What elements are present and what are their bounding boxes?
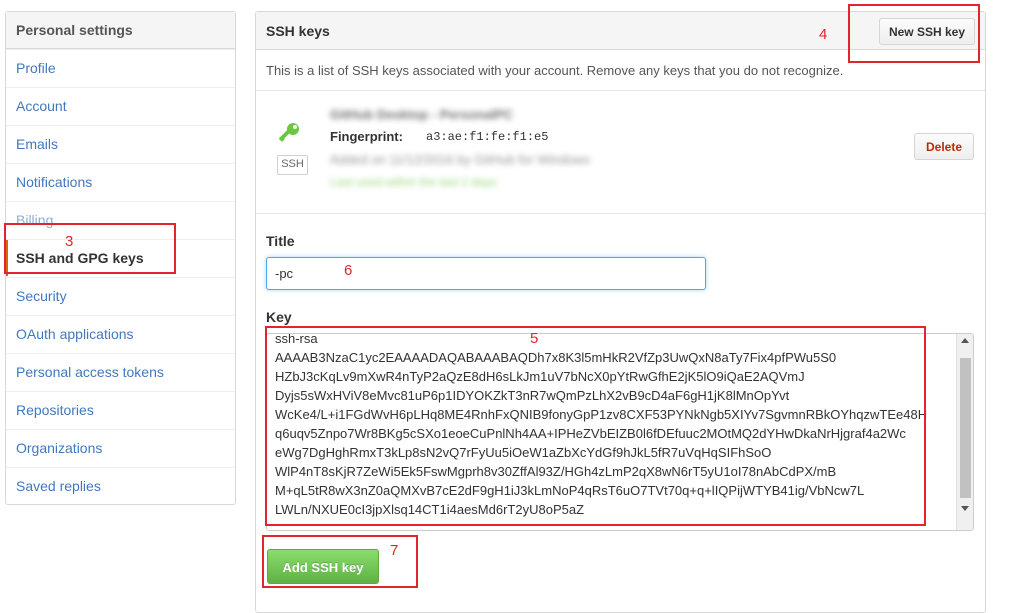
sidebar-item-emails[interactable]: Emails (6, 125, 235, 162)
scroll-down-arrow-icon[interactable] (961, 506, 969, 511)
annotation-box-4 (848, 4, 980, 63)
title-label: Title (266, 233, 295, 249)
annotation-box-3 (4, 223, 176, 274)
annotation-number-6: 6 (344, 262, 353, 279)
ssh-key-added: Added on 11/12/2016 by GitHub for Window… (330, 152, 590, 167)
sidebar-item-account[interactable]: Account (6, 87, 235, 124)
annotation-number-7: 7 (390, 542, 399, 559)
ssh-key-usage: Last used within the last 2 days (330, 175, 497, 189)
key-textarea-scrollbar[interactable] (956, 334, 973, 530)
sidebar-item-oauth-applications[interactable]: OAuth applications (6, 315, 235, 352)
annotation-box-5 (265, 326, 926, 526)
sidebar-item-personal-access-tokens[interactable]: Personal access tokens (6, 353, 235, 390)
scroll-thumb[interactable] (960, 358, 971, 498)
annotation-number-5: 5 (530, 330, 539, 347)
key-icon (276, 120, 302, 149)
title-input[interactable] (266, 257, 706, 290)
sidebar-item-security[interactable]: Security (6, 277, 235, 314)
sidebar-item-organizations[interactable]: Organizations (6, 429, 235, 466)
ssh-badge: SSH (277, 155, 308, 175)
key-label: Key (266, 309, 292, 325)
delete-key-button[interactable]: Delete (914, 133, 974, 160)
sidebar-item-repositories[interactable]: Repositories (6, 391, 235, 428)
scroll-up-arrow-icon[interactable] (961, 338, 969, 343)
ssh-keys-intro: This is a list of SSH keys associated wi… (266, 63, 844, 78)
annotation-number-3: 3 (65, 233, 74, 250)
ssh-key-name: GitHub Desktop - PersonalPC (330, 107, 513, 122)
sidebar-item-profile[interactable]: Profile (6, 49, 235, 86)
sidebar-header: Personal settings (6, 12, 235, 49)
sidebar-item-notifications[interactable]: Notifications (6, 163, 235, 200)
annotation-number-4: 4 (819, 26, 828, 43)
sidebar-item-saved-replies[interactable]: Saved replies (6, 467, 235, 504)
fingerprint-label: Fingerprint: (330, 129, 403, 144)
ssh-keys-title: SSH keys (266, 23, 330, 39)
fingerprint-value: a3:ae:f1:fe:f1:e5 (426, 130, 549, 144)
ssh-key-list-item: SSH GitHub Desktop - PersonalPC Fingerpr… (256, 90, 985, 214)
